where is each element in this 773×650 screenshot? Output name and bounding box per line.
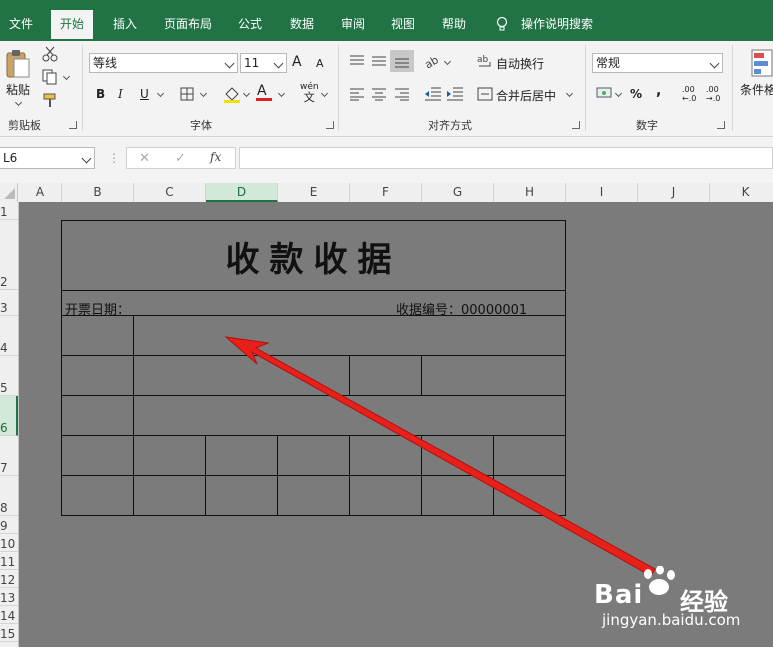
baidu-paw-logo: [638, 565, 682, 599]
annotation-arrow: [0, 0, 773, 650]
watermark-url: jingyan.baidu.com: [602, 611, 741, 629]
watermark-brand: Bai: [594, 580, 644, 610]
